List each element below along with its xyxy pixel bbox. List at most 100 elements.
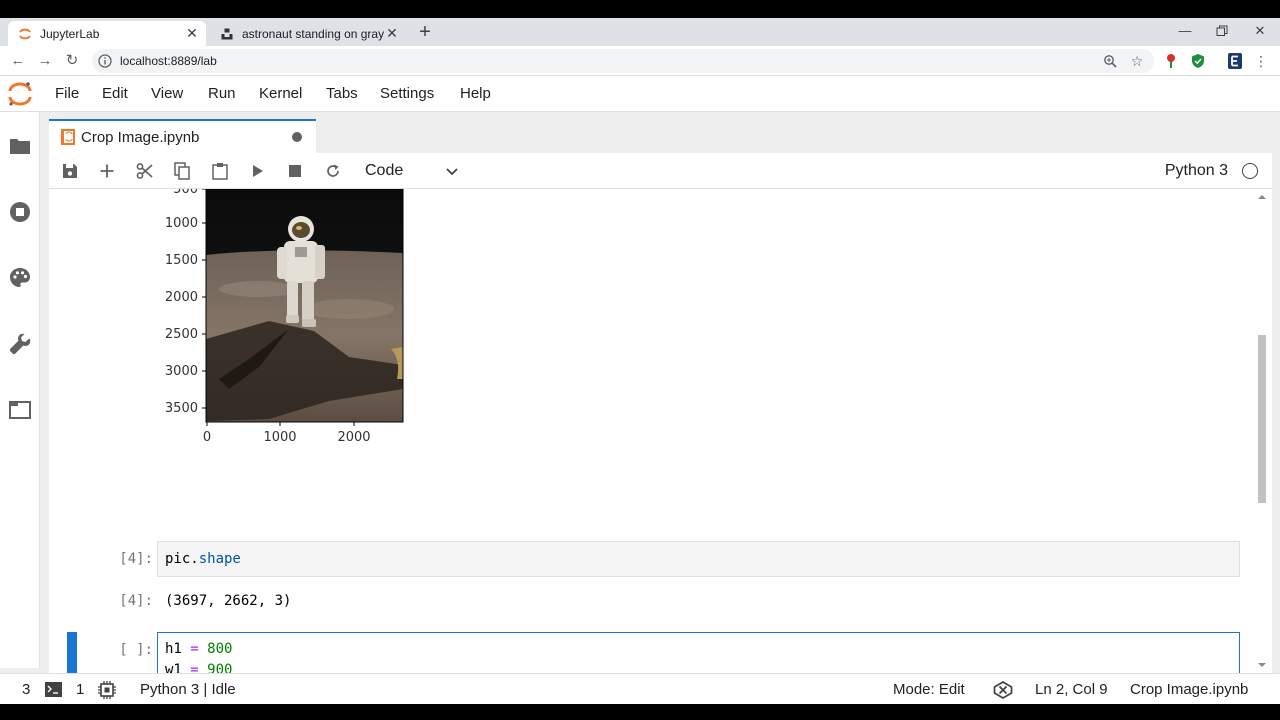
paste-button[interactable] (209, 161, 231, 181)
save-button[interactable] (59, 161, 81, 181)
menu-settings[interactable]: Settings (380, 85, 434, 102)
restart-kernel-button[interactable] (322, 161, 344, 181)
address-bar[interactable]: localhost:8889/lab (92, 49, 1154, 73)
scissors-icon (136, 163, 153, 179)
save-icon (63, 164, 77, 178)
restore-icon[interactable] (1207, 20, 1237, 42)
wrench-icon[interactable] (8, 332, 32, 356)
terminal-count[interactable]: 3 (22, 681, 30, 698)
run-cell-button[interactable] (247, 161, 269, 181)
x-tick-label: 1000 (263, 430, 296, 445)
scroll-up-icon[interactable] (1258, 193, 1266, 201)
plus-icon (100, 164, 114, 178)
code-cell-input[interactable]: pic.shape (157, 541, 1240, 577)
minimize-icon[interactable]: — (1170, 20, 1200, 42)
code-token: 800 (207, 641, 233, 657)
zoom-icon[interactable] (1099, 50, 1121, 72)
notebook-tab[interactable]: Crop Image.ipynb (49, 119, 316, 153)
kernel-count[interactable]: 1 (76, 681, 84, 698)
browser-tab-jupyterlab[interactable]: JupyterLab ✕ (8, 21, 206, 46)
unsaved-indicator-icon[interactable] (292, 132, 302, 142)
menu-file[interactable]: File (55, 85, 79, 102)
browser-tab-strip: JupyterLab ✕ astronaut standing on gray … (0, 18, 1280, 46)
menu-help[interactable]: Help (460, 85, 491, 102)
astronaut-image (206, 189, 403, 422)
kernel-state[interactable]: Python 3 | Idle (140, 681, 236, 698)
close-tab-icon[interactable]: ✕ (384, 25, 400, 42)
scroll-down-icon[interactable] (1258, 661, 1266, 669)
menu-run[interactable]: Run (208, 85, 236, 102)
site-info-icon[interactable] (98, 54, 112, 68)
insert-cell-button[interactable] (96, 161, 118, 181)
active-cell-indicator[interactable] (67, 632, 77, 673)
y-tick-label: 1000 (165, 216, 198, 231)
x-tick-marks (206, 422, 355, 426)
code-line: w1 = 900 (158, 660, 1239, 674)
interrupt-kernel-button[interactable] (284, 161, 306, 181)
y-tick-label: 2500 (165, 327, 198, 342)
menu-tabs[interactable]: Tabs (326, 85, 358, 102)
extension-pin-icon[interactable] (1160, 50, 1182, 72)
current-file-name: Crop Image.ipynb (1130, 681, 1249, 698)
stop-icon (289, 165, 301, 177)
jupyter-favicon-icon (18, 27, 32, 41)
left-sidebar (0, 112, 40, 668)
browser-toolbar: ← → ↻ localhost:8889/lab ☆ ⋮ (0, 46, 1280, 76)
reload-icon[interactable]: ↻ (61, 50, 83, 72)
extension-e-icon[interactable] (1224, 50, 1246, 72)
code-line: pic.shape (158, 549, 1239, 570)
browser-tab-astronaut[interactable]: astronaut standing on gray sand ✕ (210, 21, 406, 46)
back-icon[interactable]: ← (7, 50, 29, 72)
menu-kernel[interactable]: Kernel (259, 85, 302, 102)
play-icon (253, 165, 263, 177)
folder-icon[interactable] (8, 134, 32, 158)
image-plot: 500 1000 1500 2000 2500 3000 3500 0 1000… (165, 189, 404, 445)
mode-indicator: Mode: Edit (893, 681, 965, 698)
url-text: localhost:8889/lab (120, 54, 217, 68)
menu-view[interactable]: View (151, 85, 183, 102)
cut-button[interactable] (134, 161, 156, 181)
x-tick-label: 0 (203, 430, 211, 445)
browser-window: JupyterLab ✕ astronaut standing on gray … (0, 18, 1280, 704)
code-token: 900 (207, 661, 233, 674)
cell-type-dropdown[interactable]: Code (365, 162, 403, 180)
kernel-name[interactable]: Python 3 (1165, 162, 1228, 180)
y-tick-label: 3000 (165, 364, 198, 379)
cell-input-prompt: [4]: (119, 551, 153, 567)
close-window-icon[interactable]: ✕ (1245, 20, 1275, 42)
code-token: = (190, 661, 199, 674)
palette-icon[interactable] (8, 266, 32, 290)
close-tab-icon[interactable]: ✕ (184, 25, 200, 42)
notebook-panel[interactable]: 500 1000 1500 2000 2500 3000 3500 0 1000… (49, 189, 1272, 673)
cursor-position[interactable]: Ln 2, Col 9 (1035, 681, 1108, 698)
y-tick-label: 500 (173, 189, 198, 197)
code-token: shape (198, 551, 241, 567)
code-token: = (190, 641, 199, 657)
code-cell-input-active[interactable]: h1 = 800 w1 = 900 h2 = w2 = (157, 632, 1240, 673)
chevron-down-icon[interactable] (445, 164, 459, 178)
forward-icon[interactable]: → (34, 50, 56, 72)
scrollbar-thumb[interactable] (1258, 335, 1266, 503)
status-bar: 3 1 Python 3 | Idle Mode: Edit Ln 2, Col… (0, 673, 1280, 704)
menu-bar: File Edit View Run Kernel Tabs Settings … (0, 76, 1280, 112)
bookmark-star-icon[interactable]: ☆ (1126, 50, 1148, 72)
running-sessions-icon[interactable] (8, 200, 32, 224)
menu-edit[interactable]: Edit (102, 85, 128, 102)
notebook-tab-title: Crop Image.ipynb (81, 128, 200, 146)
jupyterlab-app: File Edit View Run Kernel Tabs Settings … (0, 76, 1280, 704)
x-tick-label: 2000 (337, 430, 370, 445)
code-token: pic. (165, 551, 199, 567)
tabs-panel-icon[interactable] (8, 398, 32, 422)
new-tab-button[interactable]: + (414, 21, 436, 43)
cell-output-text: (3697, 2662, 3) (165, 593, 292, 609)
browser-menu-icon[interactable]: ⋮ (1250, 50, 1272, 72)
unsplash-favicon-icon (220, 27, 234, 41)
extension-shield-icon[interactable] (1187, 50, 1209, 72)
no-linter-icon[interactable] (993, 681, 1013, 703)
cell-output-prompt: [4]: (119, 593, 153, 609)
copy-button[interactable] (171, 161, 193, 181)
y-tick-label: 1500 (165, 253, 198, 268)
cell-input-prompt: [ ]: (119, 642, 153, 658)
